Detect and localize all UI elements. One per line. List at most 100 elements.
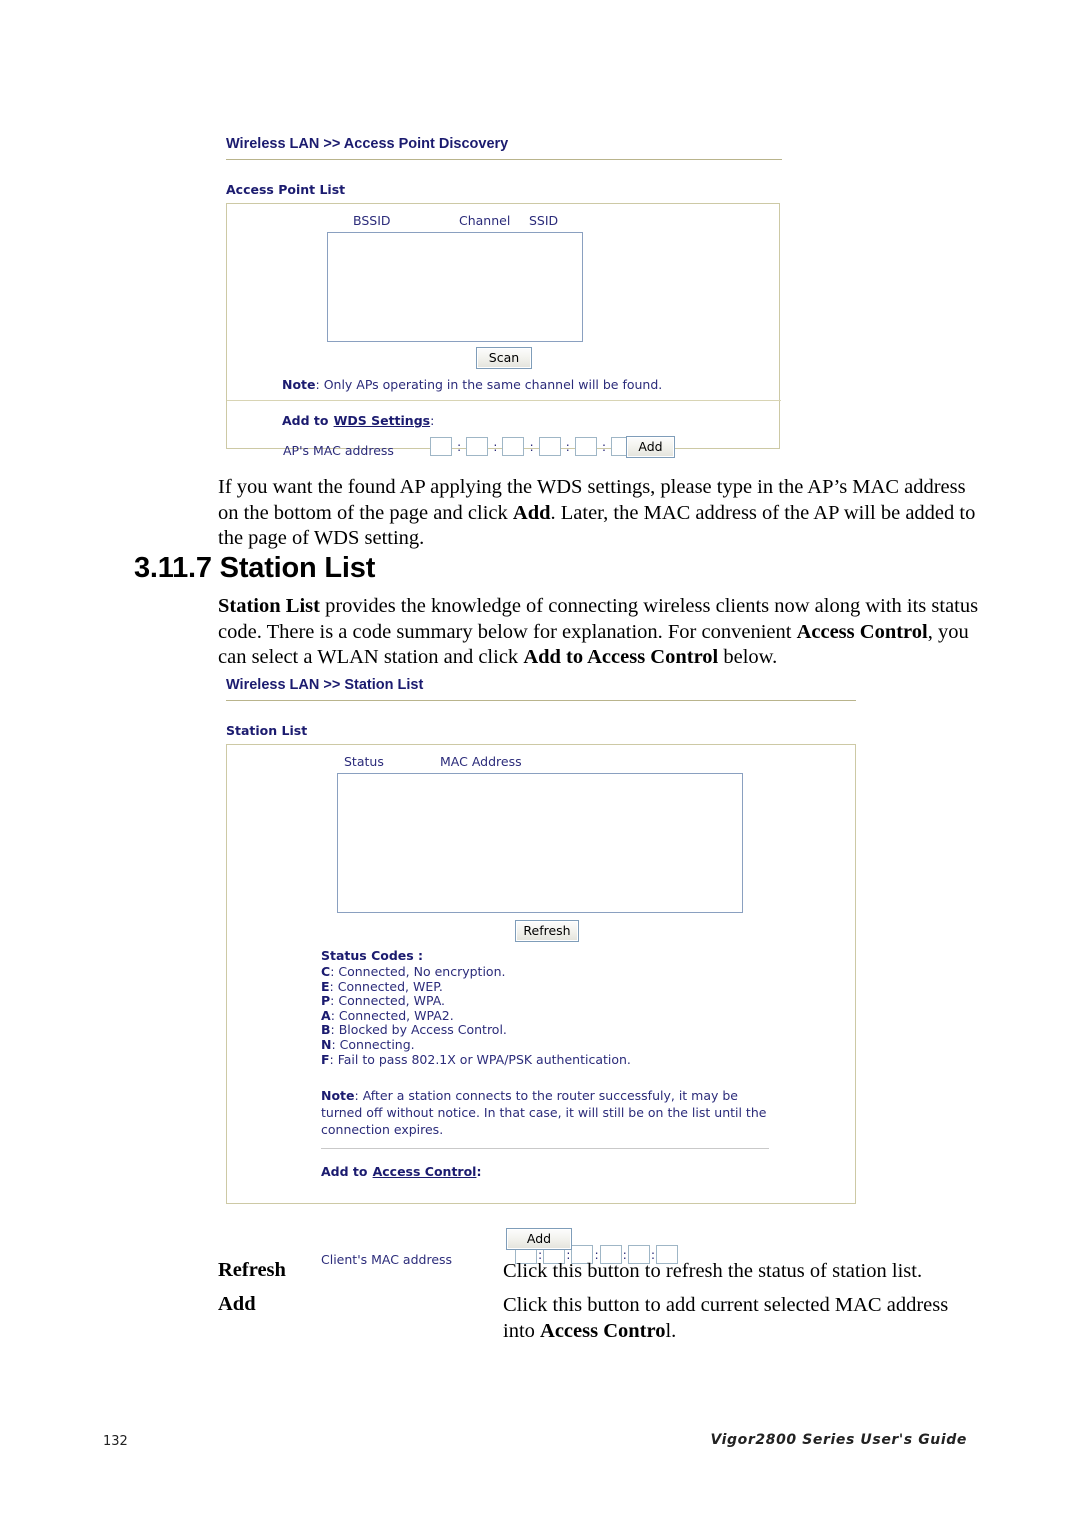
definition-desc-add-line1: Click this button to add current selecte… — [503, 1294, 949, 1316]
station-para-bold3: Add to Access Control — [523, 646, 719, 668]
mac-separator-5: : — [601, 439, 607, 454]
apd-title-divider — [226, 159, 782, 160]
definition-desc-add: Click this button to add current selecte… — [503, 1293, 983, 1344]
status-code-item: B: Blocked by Access Control. — [321, 1023, 631, 1038]
station-panel-title: Wireless LAN >> Station List — [226, 677, 424, 693]
ap-mac-address-inputs: : : : : : — [430, 437, 634, 456]
access-point-discovery-screenshot: Wireless LAN >> Access Point Discovery A… — [226, 136, 782, 458]
station-divider — [321, 1148, 769, 1149]
mac-separator-4: : — [565, 439, 570, 454]
mac-separator-2: : — [493, 439, 498, 454]
apd-divider — [227, 400, 781, 401]
station-column-mac-address: MAC Address — [440, 754, 522, 769]
apd-add-button[interactable]: Add — [626, 436, 675, 458]
mac-separator-1: : — [457, 439, 462, 454]
status-code-letter: N — [321, 1036, 332, 1052]
station-para-t2: code. There is a code summary below for … — [218, 620, 797, 643]
station-add-to-colon: : — [476, 1164, 482, 1179]
station-note-prefix: Note — [321, 1088, 355, 1103]
status-code-letter: B — [321, 1022, 331, 1038]
definition-term-add: Add — [218, 1293, 256, 1315]
status-code-letter: E — [321, 978, 330, 994]
status-code-letter: P — [321, 993, 331, 1009]
station-para-bold1: Station List — [218, 595, 320, 617]
status-code-item: C: Connected, No encryption. — [321, 964, 631, 980]
access-control-link[interactable]: Access Control — [373, 1164, 477, 1179]
footer-guide-title: Vigor2800 Series User's Guide — [710, 1432, 967, 1448]
ap-mac-octet-1[interactable] — [430, 437, 452, 456]
station-add-button[interactable]: Add — [506, 1228, 572, 1250]
definition-desc-add-line2c: l. — [665, 1319, 677, 1342]
definition-desc-refresh: Click this button to refresh the status … — [503, 1260, 923, 1282]
station-para-bold2: Access Control — [796, 620, 928, 643]
status-codes-list: C: Connected, No encryption. E: Connecte… — [321, 964, 631, 1068]
status-codes-title: Status Codes : — [321, 948, 424, 963]
status-code-item: F: Fail to pass 802.1X or WPA/PSK authen… — [321, 1051, 631, 1068]
station-para-t4: can select a WLAN station and click — [218, 646, 524, 668]
apd-section-label: Access Point List — [226, 182, 346, 197]
apd-note-text: : Only APs operating in the same channel… — [315, 377, 663, 392]
station-list-paragraph: Station List provides the knowledge of c… — [218, 594, 988, 671]
page-title: 3.11.7 Station List — [134, 552, 376, 584]
mac-separator-3: : — [529, 439, 534, 454]
definition-desc-add-line2a: into — [503, 1319, 541, 1342]
status-code-item: P: Connected, WPA. — [321, 993, 631, 1009]
status-code-desc: : Connected, WPA2. — [330, 1007, 454, 1023]
ap-mac-octet-3[interactable] — [502, 437, 525, 456]
station-note-line1: : After a station connects to the router… — [354, 1088, 738, 1103]
station-para-t1: provides the knowledge of connecting wir… — [319, 595, 979, 617]
status-code-desc: : Connecting. — [331, 1036, 415, 1052]
ap-mac-octet-4[interactable] — [538, 437, 561, 456]
apd-panel-body: BSSID Channel SSID Scan Note: Only APs o… — [226, 203, 781, 458]
wds-paragraph: If you want the found AP applying the WD… — [218, 475, 978, 552]
scan-button[interactable]: Scan — [476, 347, 532, 369]
station-para-t3: , you — [927, 620, 969, 643]
wds-para-line3: the page of WDS setting. — [218, 527, 425, 549]
station-add-to-label: Add to — [321, 1164, 368, 1179]
apd-column-ssid: SSID — [529, 213, 559, 228]
apd-column-channel: Channel — [459, 213, 511, 228]
ap-mac-address-label: AP's MAC address — [283, 443, 394, 458]
status-code-desc: : Blocked by Access Control. — [330, 1022, 507, 1038]
apd-add-to-label: Add to — [282, 413, 329, 428]
station-list-screenshot: Wireless LAN >> Station List Station Lis… — [226, 677, 856, 1267]
footer-page-number: 132 — [103, 1434, 128, 1449]
status-code-letter: A — [321, 1007, 331, 1023]
apd-column-bssid: BSSID — [353, 213, 391, 228]
station-title-divider — [226, 700, 856, 701]
station-list-box[interactable] — [337, 773, 743, 913]
apd-ap-list-box[interactable] — [327, 232, 583, 342]
station-note-line3: connection expires. — [321, 1122, 444, 1137]
refresh-button[interactable]: Refresh — [515, 920, 579, 942]
wds-para-line2c: . Later, the MAC address of the AP will … — [550, 501, 976, 524]
status-code-desc: : Fail to pass 802.1X or WPA/PSK authent… — [329, 1051, 631, 1067]
station-note: Note: After a station connects to the ro… — [321, 1087, 781, 1138]
status-code-desc: : Connected, No encryption. — [330, 964, 506, 979]
apd-panel-title: Wireless LAN >> Access Point Discovery — [226, 136, 509, 152]
client-mac-address-label: Client's MAC address — [321, 1252, 453, 1267]
status-code-desc: : Connected, WEP. — [329, 978, 443, 994]
station-section-label: Station List — [226, 723, 308, 738]
ap-mac-octet-2[interactable] — [466, 437, 489, 456]
status-code-item: N: Connecting. — [321, 1036, 631, 1053]
station-note-line2: turned off without notice. In that case,… — [321, 1105, 767, 1120]
wds-para-line2a: on the bottom of the page and click — [218, 501, 513, 524]
wds-para-line1: If you want the found AP applying the WD… — [218, 476, 966, 498]
station-add-to-row: Add to Access Control: — [321, 1161, 481, 1180]
definition-term-refresh: Refresh — [218, 1259, 286, 1281]
status-code-letter: F — [321, 1051, 330, 1067]
ap-mac-octet-5[interactable] — [574, 437, 597, 456]
wds-settings-link[interactable]: WDS Settings — [334, 413, 431, 428]
status-code-item: E: Connected, WEP. — [321, 978, 631, 995]
status-code-desc: : Connected, WPA. — [330, 993, 446, 1009]
status-code-item: A: Connected, WPA2. — [321, 1007, 631, 1024]
station-para-t5: below. — [718, 646, 778, 668]
apd-add-to-colon: : — [430, 413, 435, 428]
station-column-status: Status — [344, 754, 384, 769]
status-code-letter: C — [321, 964, 331, 979]
apd-add-to-row: Add to WDS Settings: — [282, 410, 434, 429]
definition-desc-add-bold: Access Contro — [540, 1319, 666, 1342]
wds-para-add-bold: Add — [512, 501, 551, 524]
apd-note-prefix: Note — [282, 377, 316, 392]
station-panel-body: Status MAC Address Refresh Status Codes … — [226, 744, 856, 1267]
